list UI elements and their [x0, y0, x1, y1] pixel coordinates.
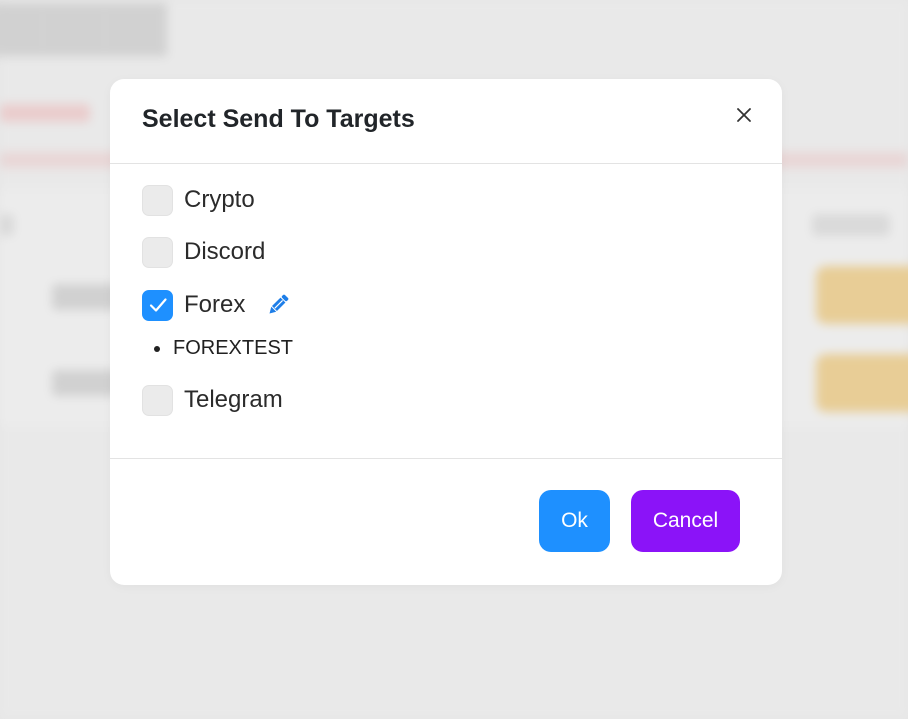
- telegram-checkbox[interactable]: [142, 384, 173, 416]
- close-icon: [737, 108, 751, 122]
- target-row-forex: Forex: [142, 289, 292, 321]
- ok-button[interactable]: Ok: [539, 490, 610, 552]
- target-label: Discord: [184, 238, 266, 265]
- target-label: Telegram: [184, 386, 283, 413]
- send-targets-modal: Select Send To Targets Crypto Discord Fo…: [110, 79, 782, 585]
- crypto-checkbox[interactable]: [142, 184, 173, 216]
- close-button[interactable]: [730, 101, 758, 129]
- forex-checkbox[interactable]: [142, 289, 173, 321]
- modal-footer: Ok Cancel: [110, 458, 782, 586]
- edit-forex-button[interactable]: [264, 291, 292, 319]
- target-row-crypto: Crypto: [142, 184, 255, 216]
- target-label: Forex: [184, 291, 246, 318]
- forex-sub-list: FOREXTEST: [153, 336, 294, 360]
- pencil-icon: [269, 294, 289, 314]
- modal-title: Select Send To Targets: [142, 105, 415, 133]
- target-row-discord: Discord: [142, 236, 265, 268]
- cancel-button[interactable]: Cancel: [631, 490, 740, 552]
- discord-checkbox[interactable]: [142, 236, 173, 268]
- modal-header: Select Send To Targets: [110, 79, 782, 164]
- list-item: FOREXTEST: [153, 337, 294, 359]
- modal-body: Crypto Discord Forex FOREXTEST Telegram: [110, 164, 782, 458]
- target-label: Crypto: [184, 186, 255, 213]
- checkmark-icon: [149, 298, 167, 312]
- target-row-telegram: Telegram: [142, 384, 283, 416]
